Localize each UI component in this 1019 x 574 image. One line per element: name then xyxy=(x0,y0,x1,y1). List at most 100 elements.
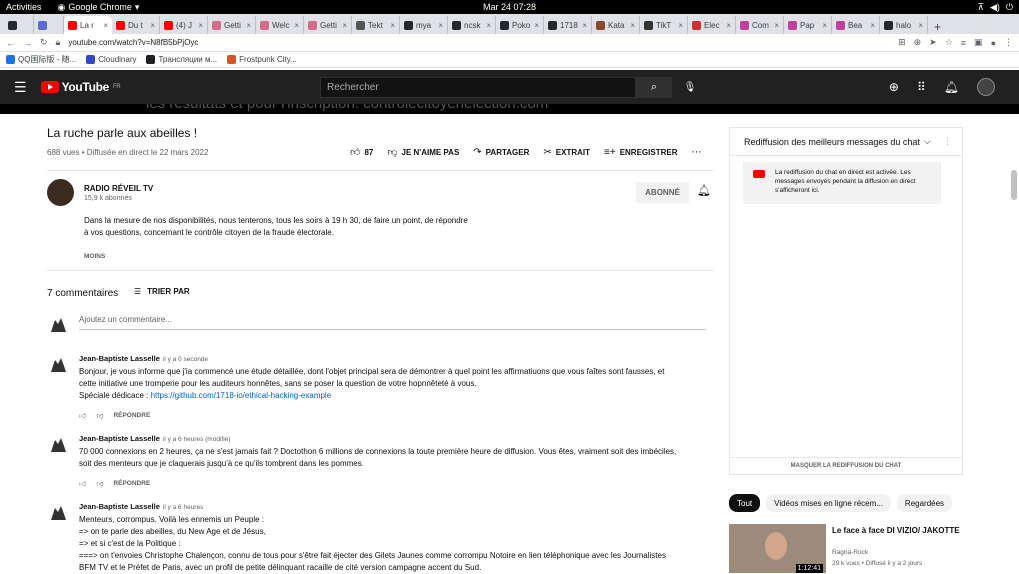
browser-tab[interactable]: Elec × xyxy=(688,16,736,34)
reply-button[interactable]: RÉPONDRE xyxy=(113,412,150,419)
add-comment-input[interactable]: Ajoutez un commentaire... xyxy=(79,315,706,330)
browser-tab[interactable]: Bea × xyxy=(832,16,880,34)
dislike-button[interactable]: 👎︎ JE N'AIME PAS xyxy=(387,146,459,158)
activities-button[interactable]: Activities xyxy=(6,2,42,12)
channel-avatar[interactable] xyxy=(47,179,74,206)
filter-chip[interactable]: Tout xyxy=(729,494,761,512)
apps-icon[interactable]: ⠿ xyxy=(917,80,926,94)
recommended-title[interactable]: Le face à face DI VIZIO/ JAKOTTE xyxy=(832,525,962,536)
browser-tab[interactable]: Welc × xyxy=(256,16,304,34)
browser-tab[interactable]: Pap × xyxy=(784,16,832,34)
close-tab-icon[interactable]: × xyxy=(870,21,875,30)
forward-icon[interactable]: → xyxy=(23,38,32,48)
voice-search-button[interactable]: 🎙︎ xyxy=(680,77,700,98)
recommended-video[interactable]: 1:12:41 Le face à face DI VIZIO/ JAKOTTE… xyxy=(729,524,963,573)
hamburger-icon[interactable]: ☰ xyxy=(14,79,27,96)
save-button[interactable]: ≡+ ENREGISTRER xyxy=(604,147,677,158)
app-menu[interactable]: ◉ Google Chrome ▾ xyxy=(58,2,140,13)
browser-tab[interactable]: Poko × xyxy=(496,16,544,34)
close-tab-icon[interactable]: × xyxy=(822,21,827,30)
bookmark-item[interactable]: QQ国际版 - 随... xyxy=(6,54,76,65)
create-icon[interactable]: ⊕ xyxy=(889,80,899,94)
show-less-button[interactable]: MOINS xyxy=(84,253,105,260)
close-tab-icon[interactable]: × xyxy=(726,21,731,30)
browser-tab[interactable] xyxy=(34,16,64,34)
dislike-comment-icon[interactable]: 👎︎ xyxy=(96,479,103,488)
back-icon[interactable]: ← xyxy=(6,38,15,48)
sidepanel-icon[interactable]: ▣ xyxy=(974,37,983,48)
comment-author[interactable]: Jean-Baptiste Lasselle il y a 0 seconde xyxy=(79,354,208,363)
sort-button[interactable]: ☰ TRIER PAR xyxy=(134,287,190,296)
filter-chip[interactable]: Regardées xyxy=(896,494,953,512)
media-icon[interactable]: ≡ xyxy=(961,38,966,48)
close-tab-icon[interactable]: × xyxy=(486,21,491,30)
comment-author[interactable]: Jean-Baptiste Lasselle il y a 6 heures (m… xyxy=(79,434,230,443)
commenter-avatar[interactable] xyxy=(47,434,69,456)
bookmark-item[interactable]: Frostpunk City... xyxy=(227,55,297,65)
account-avatar[interactable] xyxy=(977,78,995,96)
chat-header[interactable]: Rediffusion des meilleurs messages du ch… xyxy=(730,128,962,156)
star-icon[interactable]: ☆ xyxy=(945,37,953,48)
search-input[interactable]: Rechercher xyxy=(320,77,636,98)
comment-time[interactable]: il y a 0 seconde xyxy=(163,356,208,363)
system-tray[interactable]: ⊼ ◀) ⏻ xyxy=(977,2,1013,13)
browser-tab[interactable]: Com × xyxy=(736,16,784,34)
browser-tab[interactable]: La r × xyxy=(64,16,112,34)
close-tab-icon[interactable]: × xyxy=(390,21,395,30)
bell-icon[interactable]: 🔔︎ xyxy=(697,184,711,197)
browser-tab[interactable]: (4) J × xyxy=(160,16,208,34)
video-thumbnail[interactable]: 1:12:41 xyxy=(729,524,826,573)
search-button[interactable]: ⌕ xyxy=(636,77,672,98)
url-field[interactable]: youtube.com/watch?v=N8fB5bPjOyc xyxy=(68,38,198,47)
browser-tab[interactable]: Getti × xyxy=(304,16,352,34)
comment-time[interactable]: il y a 6 heures xyxy=(163,504,203,511)
browser-tab[interactable]: Du t × xyxy=(112,16,160,34)
browser-tab[interactable]: Tekt × xyxy=(352,16,400,34)
like-button[interactable]: 👍︎ 87 xyxy=(350,146,373,158)
install-icon[interactable]: ⊞ xyxy=(898,37,906,48)
close-tab-icon[interactable]: × xyxy=(103,21,108,30)
reply-button[interactable]: RÉPONDRE xyxy=(113,480,150,487)
browser-tab[interactable]: halo × xyxy=(880,16,928,34)
clock[interactable]: Mar 24 07:28 xyxy=(483,2,536,12)
close-tab-icon[interactable]: × xyxy=(582,21,587,30)
channel-name[interactable]: RADIO RÉVEIL TV xyxy=(84,184,153,193)
browser-tab[interactable]: Kata × xyxy=(592,16,640,34)
hide-chat-button[interactable]: MASQUER LA REDIFFUSION DU CHAT xyxy=(730,457,962,474)
recommended-channel[interactable]: Ragna-Rock xyxy=(832,549,868,556)
clip-button[interactable]: ✂ EXTRAIT xyxy=(543,147,590,158)
zoom-icon[interactable]: ⊕ xyxy=(914,37,922,48)
close-tab-icon[interactable]: × xyxy=(246,21,251,30)
notifications-icon[interactable]: 🔔︎ xyxy=(944,80,959,94)
dislike-comment-icon[interactable]: 👎︎ xyxy=(96,411,103,420)
comment-author[interactable]: Jean-Baptiste Lasselle il y a 6 heures xyxy=(79,502,203,511)
profile-icon[interactable]: ● xyxy=(991,38,996,48)
close-tab-icon[interactable]: × xyxy=(438,21,443,30)
close-tab-icon[interactable]: × xyxy=(534,21,539,30)
new-tab-button[interactable]: + xyxy=(928,20,947,34)
bookmark-item[interactable]: Трансляции м... xyxy=(146,55,217,65)
scrollbar-thumb[interactable] xyxy=(1011,170,1017,200)
youtube-logo[interactable]: YouTube FR xyxy=(40,80,121,94)
github-link[interactable]: https://github.com/1718-io/ethical-hacki… xyxy=(151,391,332,400)
close-tab-icon[interactable]: × xyxy=(678,21,683,30)
video-player-strip[interactable]: les résultats et pour l'inscription: con… xyxy=(0,104,1019,114)
more-actions-button[interactable]: ⋯ xyxy=(691,147,701,158)
lock-icon[interactable]: 🔒︎ xyxy=(56,37,61,48)
close-tab-icon[interactable]: × xyxy=(294,21,299,30)
filter-chip[interactable]: Vidéos mises en ligne récem... xyxy=(766,494,891,512)
more-icon[interactable]: ⋮ xyxy=(943,136,952,147)
close-tab-icon[interactable]: × xyxy=(198,21,203,30)
browser-tab[interactable]: mya × xyxy=(400,16,448,34)
browser-tab[interactable]: 1718 × xyxy=(544,16,592,34)
share-button[interactable]: ↷ PARTAGER xyxy=(473,147,529,158)
comment-time[interactable]: il y a 6 heures (modifié) xyxy=(163,436,231,443)
browser-tab[interactable]: ncsk × xyxy=(448,16,496,34)
bookmark-item[interactable]: Cloudinary xyxy=(86,55,136,65)
commenter-avatar[interactable] xyxy=(47,502,69,524)
commenter-avatar[interactable] xyxy=(47,354,69,376)
close-tab-icon[interactable]: × xyxy=(342,21,347,30)
like-comment-icon[interactable]: 👍︎ xyxy=(79,411,86,420)
browser-tab[interactable] xyxy=(4,16,34,34)
send-icon[interactable]: ➤ xyxy=(929,37,937,48)
